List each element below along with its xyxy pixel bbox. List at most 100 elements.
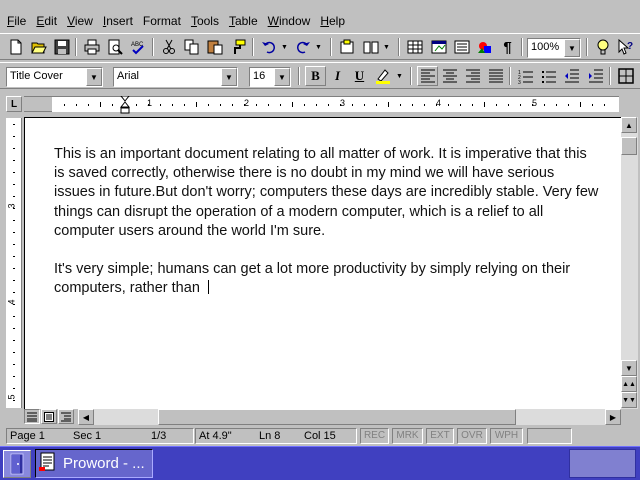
vruler-dot	[13, 388, 15, 389]
redo-icon[interactable]	[292, 37, 313, 57]
undo-dropdown-icon[interactable]: ▼	[279, 37, 290, 57]
increase-indent-icon[interactable]	[585, 66, 606, 86]
horizontal-scroll-thumb[interactable]	[158, 409, 516, 425]
document-page[interactable]: This is an important document relating t…	[24, 117, 621, 409]
redo-dropdown-icon[interactable]: ▼	[313, 37, 324, 57]
tip-icon[interactable]	[592, 37, 613, 57]
page-layout-view-icon[interactable]	[41, 409, 57, 424]
bullet-list-icon[interactable]	[538, 66, 559, 86]
scroll-thumb[interactable]	[621, 137, 637, 155]
scroll-down-icon[interactable]: ▼	[621, 360, 637, 376]
insert-address-icon[interactable]	[336, 37, 357, 57]
book-dropdown-icon[interactable]: ▼	[381, 37, 392, 57]
status-mrk[interactable]: MRK	[392, 428, 423, 444]
italic-button[interactable]: I	[327, 66, 348, 86]
scroll-left-icon[interactable]: ◀	[78, 409, 94, 425]
task-button-proword[interactable]: Proword - ...	[35, 449, 153, 478]
show-paragraph-icon[interactable]: ¶	[497, 37, 518, 57]
insert-book-icon[interactable]	[360, 37, 381, 57]
document-paragraph-text: It's very simple; humans can get a lot m…	[54, 261, 571, 297]
help-pointer-icon[interactable]: ?	[615, 37, 636, 57]
vruler-dot	[13, 208, 15, 209]
ruler-dot	[472, 104, 473, 106]
borders-icon[interactable]	[615, 66, 636, 86]
drawing-icon[interactable]	[474, 37, 495, 57]
menu-view[interactable]: View	[62, 11, 98, 31]
align-right-icon[interactable]	[462, 66, 483, 86]
vruler-dot	[13, 136, 15, 137]
align-center-icon[interactable]	[439, 66, 460, 86]
style-select[interactable]: Title Cover ▼	[6, 67, 103, 87]
indent-marker-icon[interactable]	[119, 95, 131, 116]
ruler-dot	[604, 104, 605, 106]
cut-icon[interactable]	[158, 37, 179, 57]
document-paragraph[interactable]: This is an important document relating t…	[54, 145, 599, 241]
align-left-icon[interactable]	[417, 66, 438, 86]
horizontal-ruler[interactable]: 1 2 3 4 5	[24, 96, 619, 112]
underline-button[interactable]: U	[349, 66, 370, 86]
decrease-indent-icon[interactable]	[561, 66, 582, 86]
menu-format[interactable]: Format	[138, 11, 186, 31]
justify-icon[interactable]	[485, 66, 506, 86]
spellcheck-icon[interactable]: ABC	[127, 37, 148, 57]
zoom-select[interactable]: 100% ▼	[527, 38, 581, 58]
outline-view-icon[interactable]	[58, 409, 74, 424]
ruler-dot	[88, 104, 89, 106]
copy-icon[interactable]	[181, 37, 202, 57]
zoom-dropdown-icon[interactable]: ▼	[564, 39, 580, 57]
numbered-list-icon[interactable]: 123	[515, 66, 536, 86]
ruler-dot	[280, 104, 281, 106]
vruler-dot	[13, 244, 15, 245]
new-icon[interactable]	[5, 37, 26, 57]
vruler-dot	[13, 280, 15, 281]
menu-tools[interactable]: Tools	[186, 11, 224, 31]
font-select[interactable]: Arial ▼	[113, 67, 238, 87]
menu-insert[interactable]: Insert	[98, 11, 138, 31]
status-ovr[interactable]: OVR	[457, 428, 487, 444]
vruler-dot	[13, 172, 15, 173]
text-caret	[207, 280, 209, 295]
ruler-dot	[532, 104, 533, 106]
insert-table-icon[interactable]	[404, 37, 425, 57]
size-dropdown-icon[interactable]: ▼	[274, 68, 290, 86]
open-icon[interactable]	[28, 37, 49, 57]
print-icon[interactable]	[81, 37, 102, 57]
style-dropdown-icon[interactable]: ▼	[86, 68, 102, 86]
next-page-icon[interactable]: ▼▼	[621, 392, 637, 408]
vertical-scrollbar[interactable]: ▲ ▼ ▲▲ ▼▼	[621, 117, 638, 409]
insert-spreadsheet-icon[interactable]	[428, 37, 449, 57]
tab-selector[interactable]: L	[6, 96, 22, 112]
scroll-up-icon[interactable]: ▲	[621, 117, 637, 133]
status-rec[interactable]: REC	[360, 428, 389, 444]
bold-button[interactable]: B	[305, 66, 326, 86]
status-column: Col 15	[304, 430, 336, 442]
status-at: At 4.9"	[199, 430, 232, 442]
highlight-icon[interactable]	[372, 66, 393, 86]
font-size-select[interactable]: 16 ▼	[249, 67, 291, 87]
task-label: Proword - ...	[63, 455, 145, 472]
normal-view-icon[interactable]	[24, 409, 40, 424]
status-wph[interactable]: WPH	[490, 428, 523, 444]
document-paragraph[interactable]: It's very simple; humans can get a lot m…	[54, 260, 599, 298]
menu-window[interactable]: Window	[263, 11, 316, 31]
paste-icon[interactable]	[204, 37, 225, 57]
scroll-right-icon[interactable]: ▶	[605, 409, 621, 425]
horizontal-scrollbar[interactable]: ◀ ▶	[78, 409, 621, 425]
save-icon[interactable]	[51, 37, 72, 57]
ruler-dot	[160, 104, 161, 106]
format-painter-icon[interactable]	[227, 37, 248, 57]
menu-help[interactable]: Help	[315, 11, 350, 31]
columns-icon[interactable]	[451, 37, 472, 57]
ruler-number: 1	[147, 98, 153, 108]
start-button[interactable]	[3, 450, 31, 478]
menu-table[interactable]: Table	[224, 11, 263, 31]
font-dropdown-icon[interactable]: ▼	[221, 68, 237, 86]
highlight-dropdown-icon[interactable]: ▼	[394, 66, 405, 86]
menu-file[interactable]: File	[2, 11, 31, 31]
undo-icon[interactable]	[258, 37, 279, 57]
menu-edit[interactable]: Edit	[31, 11, 62, 31]
print-preview-icon[interactable]	[104, 37, 125, 57]
previous-page-icon[interactable]: ▲▲	[621, 376, 637, 392]
status-ext[interactable]: EXT	[426, 428, 454, 444]
ruler-dot	[544, 104, 545, 106]
